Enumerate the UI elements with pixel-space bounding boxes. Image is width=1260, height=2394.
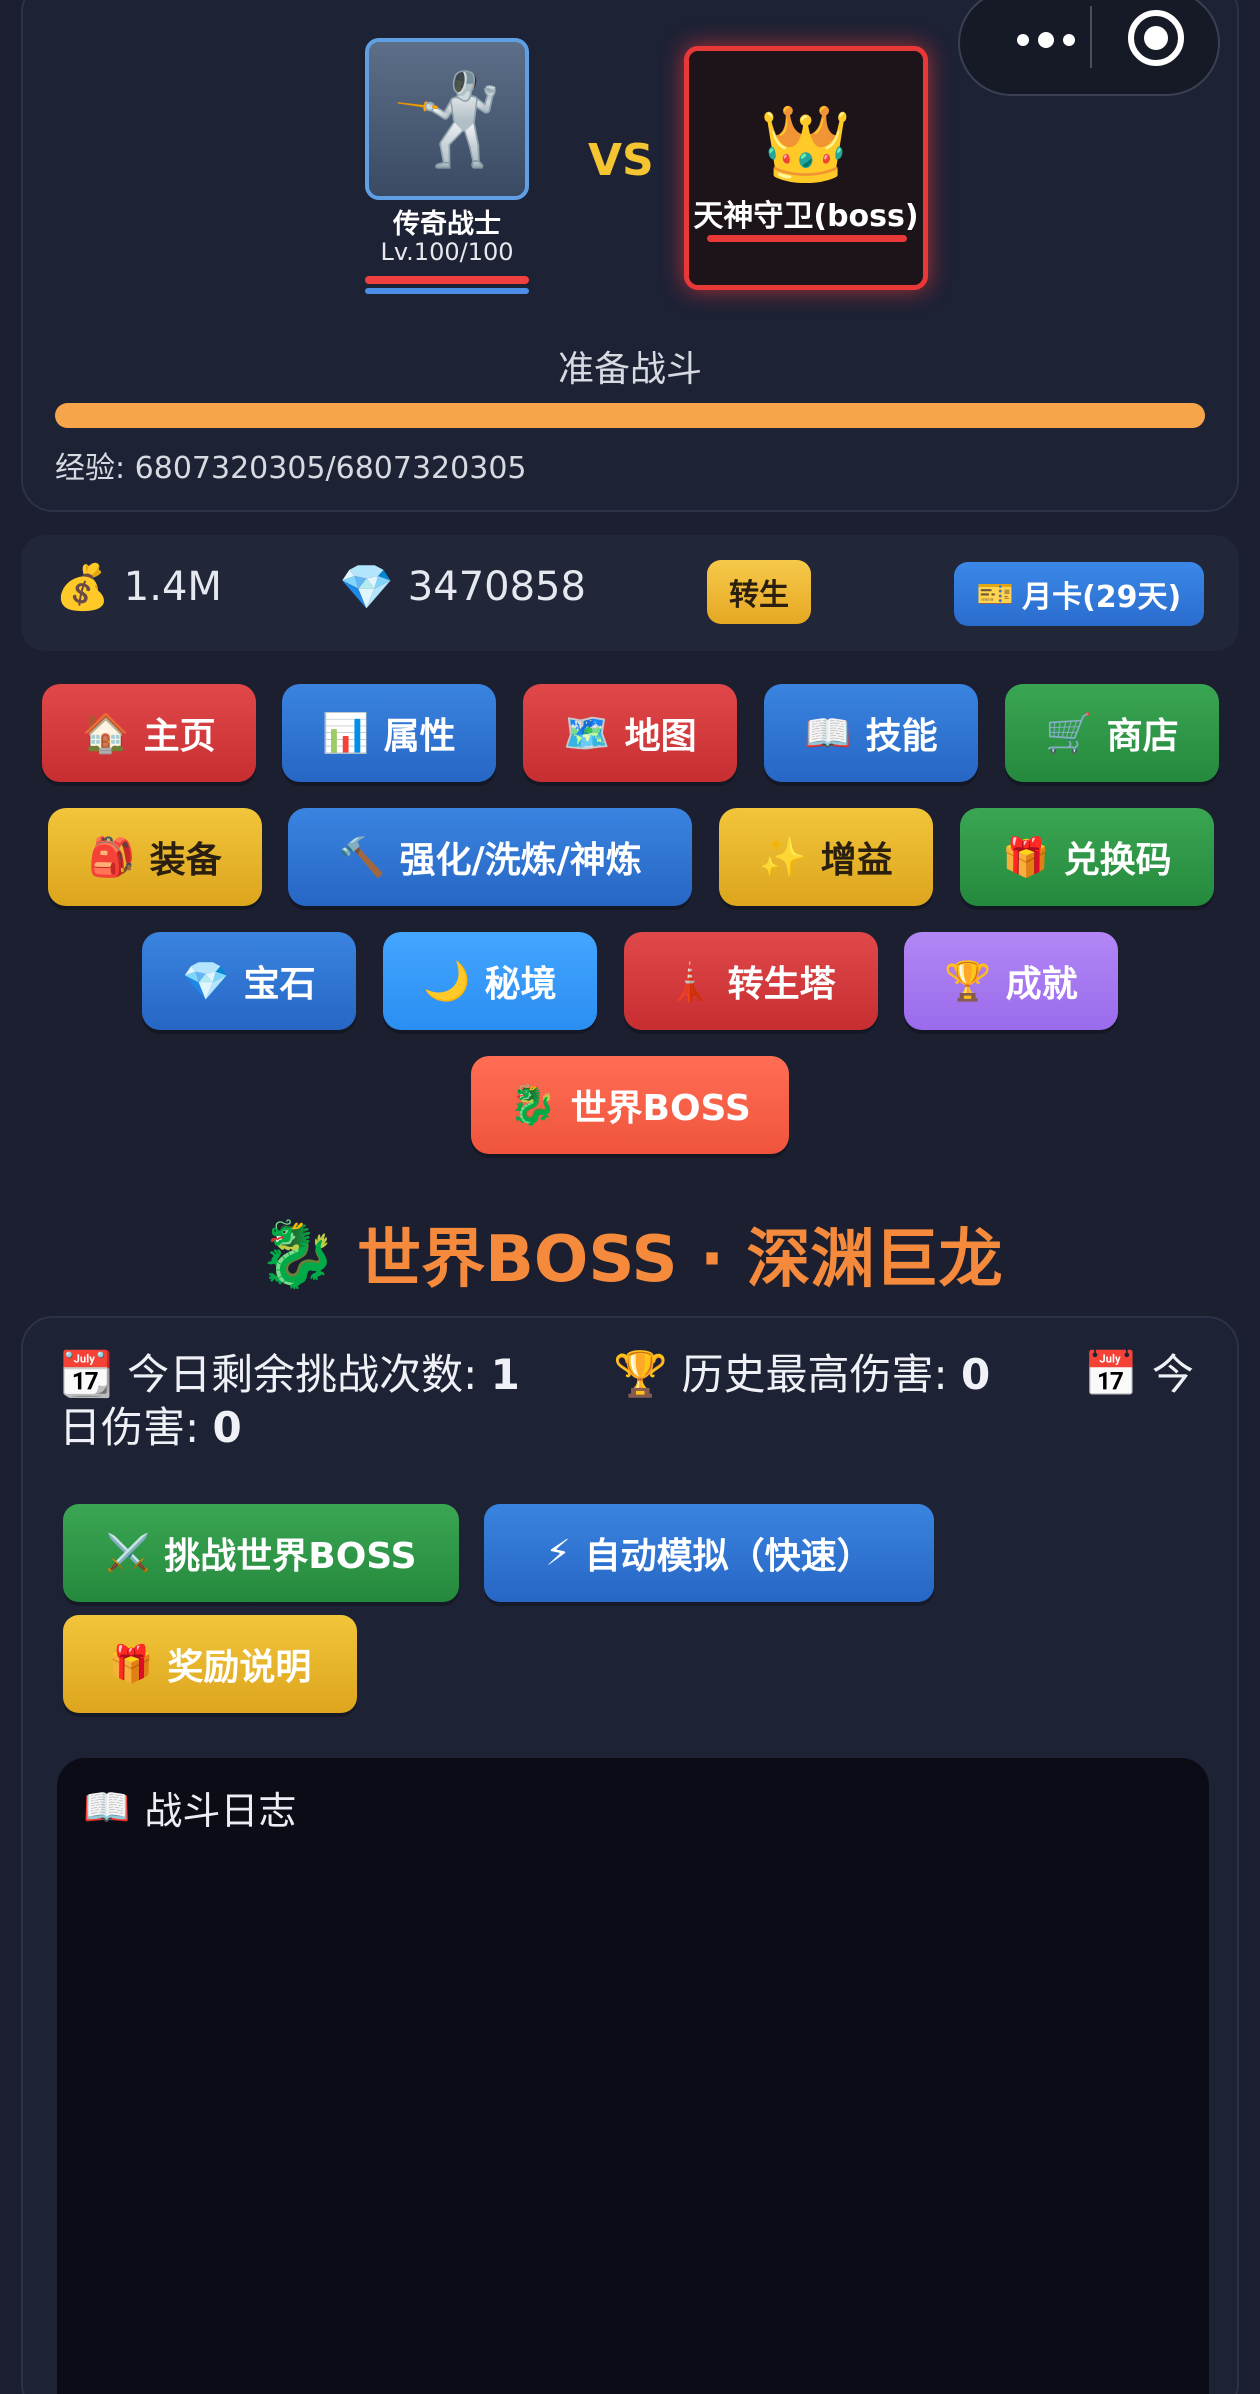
battle-log-title-text: 战斗日志 (144, 1789, 297, 1833)
battle-status: 准备战斗 (557, 349, 702, 390)
sparkles-icon: ✨ (759, 834, 807, 879)
gold-display: 💰 1.4M (55, 561, 222, 613)
cart-icon: 🛒 (1045, 710, 1093, 755)
ticket-icon: 🎫 (976, 576, 1015, 612)
world-boss-title: 🐉 世界BOSS · 深渊巨龙 (0, 1208, 1260, 1300)
gem-value: 3470858 (407, 564, 586, 610)
nav-equipment-button[interactable]: 🎒 装备 (48, 808, 262, 906)
nav-map-button[interactable]: 🗺️ 地图 (523, 684, 737, 782)
nav-redeem-button[interactable]: 🎁 兑换码 (960, 808, 1214, 906)
bar-chart-icon: 📊 (322, 710, 370, 755)
gem-icon: 💎 (182, 958, 230, 1003)
mini-program-capsule (958, 0, 1220, 96)
nav-shop-button[interactable]: 🛒 商店 (1005, 684, 1219, 782)
dragon-icon: 🐉 (257, 1217, 338, 1292)
player-hp-bar (365, 276, 529, 284)
dragon-icon: 🐉 (509, 1082, 557, 1127)
nav-enhance-label: 强化/洗炼/神炼 (399, 840, 642, 881)
tower-icon: 🗼 (666, 958, 714, 1003)
reward-info-label: 奖励说明 (167, 1647, 312, 1688)
gem-display: 💎 3470858 (339, 561, 586, 613)
reward-info-button[interactable]: 🎁 奖励说明 (63, 1615, 357, 1713)
nav-enhance-button[interactable]: 🔨 强化/洗炼/神炼 (288, 808, 692, 906)
challenge-label: 挑战世界BOSS (164, 1536, 417, 1577)
calendar-icon: 📆 (59, 1349, 114, 1400)
nav-world-boss-button[interactable]: 🐉 世界BOSS (471, 1056, 789, 1154)
nav-equipment-label: 装备 (149, 840, 222, 881)
rebirth-button[interactable]: 转生 (707, 560, 811, 624)
player-level: Lv.100/100 (380, 238, 514, 266)
nav-map-label: 地图 (624, 716, 697, 757)
nav-achievement-label: 成就 (1005, 964, 1078, 1005)
battle-log-title: 📖 战斗日志 (83, 1780, 296, 1835)
remaining-label: 今日剩余挑战次数: (127, 1350, 491, 1399)
book-icon: 📖 (804, 710, 852, 755)
nav-shop-label: 商店 (1106, 716, 1179, 757)
battle-log[interactable]: 📖 战斗日志 (57, 1758, 1209, 2394)
trophy-icon: 🏆 (944, 958, 992, 1003)
remaining-value: 1 (490, 1350, 520, 1399)
best-damage-label: 历史最高伤害: (681, 1350, 962, 1399)
nav-attributes-button[interactable]: 📊 属性 (282, 684, 496, 782)
house-icon: 🏠 (82, 710, 130, 755)
nav-home-label: 主页 (143, 716, 216, 757)
capsule-divider (1090, 6, 1092, 68)
moon-icon: 🌙 (423, 958, 471, 1003)
exp-progress-bar (55, 403, 1205, 428)
backpack-icon: 🎒 (88, 834, 136, 879)
boss-hp-bar (707, 235, 907, 242)
exp-text: 经验: 6807320305/6807320305 (55, 451, 527, 486)
nav-buff-label: 增益 (820, 840, 893, 881)
world-boss-panel: 📆 今日剩余挑战次数: 1 🏆 历史最高伤害: 0 📅 今日伤害: 0 ⚔️ 挑… (21, 1316, 1239, 2394)
gift-icon: 🎁 (108, 1644, 154, 1685)
nav-achievement-button[interactable]: 🏆 成就 (904, 932, 1118, 1030)
gift-icon: 🎁 (1002, 834, 1050, 879)
boss-card: 👑 天神守卫(boss) (684, 46, 928, 290)
nav-skills-button[interactable]: 📖 技能 (764, 684, 978, 782)
lightning-icon: ⚡ (545, 1532, 571, 1574)
vs-label: VS (588, 135, 654, 186)
player-name: 传奇战士 (393, 209, 501, 240)
nav-gems-label: 宝石 (243, 964, 316, 1005)
trophy-icon: 🏆 (613, 1349, 669, 1400)
boss-name: 天神守卫(boss) (693, 199, 919, 234)
date-icon: 📅 (1083, 1349, 1139, 1400)
map-icon: 🗺️ (563, 710, 611, 755)
player-mp-bar (365, 288, 529, 294)
gold-value: 1.4M (123, 564, 222, 610)
best-damage-value: 0 (961, 1350, 991, 1399)
crown-icon: 👑 (759, 101, 853, 187)
nav-attributes-label: 属性 (383, 716, 456, 757)
nav-world-boss-label: 世界BOSS (570, 1088, 751, 1129)
month-card-button[interactable]: 🎫 月卡(29天) (954, 562, 1204, 626)
nav-buff-button[interactable]: ✨ 增益 (719, 808, 933, 906)
world-boss-title-text: 世界BOSS · 深渊巨龙 (357, 1223, 1003, 1297)
nav-gems-button[interactable]: 💎 宝石 (142, 932, 356, 1030)
today-damage-value: 0 (212, 1403, 242, 1452)
player-avatar: 🤺 (365, 38, 529, 200)
nav-home-button[interactable]: 🏠 主页 (42, 684, 256, 782)
crossed-swords-icon: ⚔️ (105, 1533, 151, 1574)
nav-redeem-label: 兑换码 (1063, 840, 1172, 881)
money-bag-icon: 💰 (55, 562, 110, 613)
month-card-label: 月卡(29天) (1022, 580, 1182, 615)
boss-stats: 📆 今日剩余挑战次数: 1 🏆 历史最高伤害: 0 📅 今日伤害: 0 (59, 1348, 1219, 1454)
gem-icon: 💎 (339, 562, 394, 613)
resource-bar: 💰 1.4M 💎 3470858 转生 🎫 月卡(29天) (21, 535, 1239, 651)
auto-simulate-label: 自动模拟（快速） (584, 1536, 873, 1577)
more-dots-icon[interactable] (996, 20, 1096, 60)
fencer-icon: 🤺 (390, 66, 504, 172)
nav-secret-realm-button[interactable]: 🌙 秘境 (383, 932, 597, 1030)
auto-simulate-button[interactable]: ⚡ 自动模拟（快速） (484, 1504, 934, 1602)
target-circle-icon[interactable] (1128, 10, 1184, 66)
nav-secret-label: 秘境 (484, 964, 557, 1005)
challenge-world-boss-button[interactable]: ⚔️ 挑战世界BOSS (63, 1504, 459, 1602)
nav-tower-label: 转生塔 (727, 964, 836, 1005)
nav-tower-button[interactable]: 🗼 转生塔 (624, 932, 878, 1030)
book-icon: 📖 (83, 1785, 131, 1829)
nav-skills-label: 技能 (865, 716, 938, 757)
hammer-icon: 🔨 (338, 834, 386, 879)
